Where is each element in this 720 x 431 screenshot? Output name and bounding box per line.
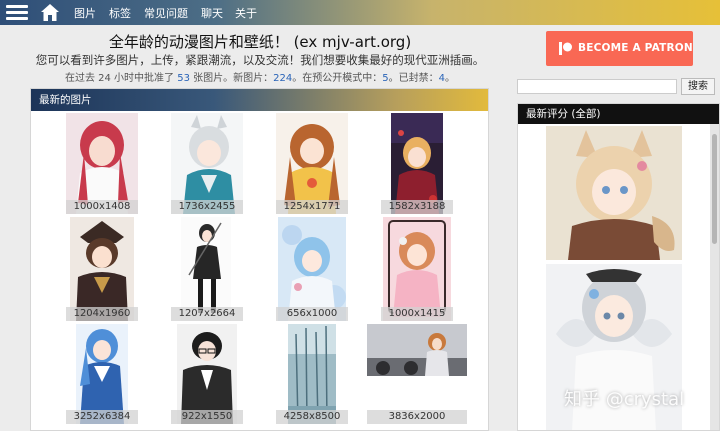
gallery-thumbnail[interactable]: 3836x2000 [367, 324, 467, 424]
stats-text: 在过去 24 小时中批准了 [64, 73, 175, 84]
thumbnail-image [276, 113, 348, 214]
thumbnail-image [70, 217, 134, 321]
gallery-thumbnail[interactable]: 4258x8500 [276, 324, 348, 424]
resolution-label: 1000x1415 [381, 307, 453, 321]
stats-text: 。 [445, 73, 456, 84]
approved-count-link[interactable]: 53 [177, 73, 190, 84]
thumbnail-image [367, 324, 467, 376]
gallery-thumbnail[interactable]: 922x1550 [171, 324, 243, 424]
resolution-label: 922x1550 [171, 410, 243, 424]
nav-item-tags[interactable]: 标签 [109, 5, 131, 21]
stats-text: 。在预公开模式中： [292, 73, 383, 84]
thumbnail-image [76, 324, 128, 424]
search-input[interactable] [517, 79, 677, 94]
resolution-label: 4258x8500 [276, 410, 348, 424]
latest-ratings-panel: 最新评分 (全部) [517, 103, 720, 431]
site-stats: 在过去 24 小时中批准了 53 张图片。新图片：224。在预公开模式中：5。已… [0, 69, 520, 84]
resolution-label: 1736x2455 [171, 200, 243, 214]
site-title: 全年龄的动漫图片和壁纸！ (ex mjv-art.org) [108, 33, 412, 51]
hamburger-menu-icon[interactable] [6, 5, 28, 21]
patron-label: BECOME A PATRON [578, 42, 693, 54]
nav-item-chat[interactable]: 聊天 [201, 5, 223, 21]
home-icon[interactable] [40, 3, 60, 22]
thumbnail-image [177, 324, 237, 424]
nav-item-pictures[interactable]: 图片 [74, 5, 96, 21]
new-count-link[interactable]: 224 [273, 73, 292, 84]
resolution-label: 1000x1408 [66, 200, 138, 214]
panel-title: 最新的图片 [31, 89, 488, 111]
stats-text: 。已封禁： [388, 73, 439, 84]
resolution-label: 1254x1771 [276, 200, 348, 214]
site-description: 您可以看到许多图片，上传，紧跟潮流，以及交流！我们想要收集最好的现代亚洲插画。 [35, 53, 485, 67]
gallery-thumbnail[interactable]: 1207x2664 [171, 217, 243, 321]
gallery-thumbnail[interactable]: 656x1000 [276, 217, 348, 321]
sidebar-title: 最新评分 (全部) [518, 104, 719, 124]
gallery-thumbnail[interactable]: 1000x1408 [66, 113, 138, 214]
thumbnail-image [171, 113, 243, 214]
thumbnail-image [391, 113, 443, 214]
latest-pictures-panel: 最新的图片 1000x1408 1736x2455 1254x1771 1582… [30, 88, 489, 431]
top-nav-bar: 图片 标签 常见问题 聊天 关于 [0, 0, 720, 25]
rated-picture[interactable] [546, 126, 682, 260]
gallery-thumbnail[interactable]: 1000x1415 [381, 217, 453, 321]
resolution-label: 1207x2664 [171, 307, 243, 321]
gallery-thumbnail[interactable]: 3252x6384 [66, 324, 138, 424]
thumbnail-image [181, 217, 231, 321]
become-patron-button[interactable]: BECOME A PATRON [546, 31, 693, 66]
resolution-label: 1582x3188 [381, 200, 453, 214]
stats-text: 张图片。新图片： [193, 73, 274, 84]
thumbnail-image [383, 217, 451, 321]
patreon-logo-icon [559, 42, 572, 55]
resolution-label: 656x1000 [276, 307, 348, 321]
thumbnail-image [288, 324, 336, 424]
resolution-label: 3836x2000 [367, 410, 467, 424]
scrollbar-thumb[interactable] [712, 134, 717, 244]
nav-item-about[interactable]: 关于 [235, 5, 257, 21]
thumbnail-image [278, 217, 346, 321]
gallery-thumbnail[interactable]: 1204x1960 [66, 217, 138, 321]
gallery-thumbnail[interactable]: 1582x3188 [381, 113, 453, 214]
thumbnail-image [66, 113, 138, 214]
watermark-text: 知乎 @crystal [564, 389, 685, 410]
resolution-label: 3252x6384 [66, 410, 138, 424]
resolution-label: 1204x1960 [66, 307, 138, 321]
search-button[interactable]: 搜索 [681, 78, 715, 95]
gallery-thumbnail[interactable]: 1254x1771 [276, 113, 348, 214]
nav-item-faq[interactable]: 常见问题 [144, 5, 188, 21]
gallery-thumbnail[interactable]: 1736x2455 [171, 113, 243, 214]
sidebar-scrollbar[interactable] [710, 124, 719, 430]
